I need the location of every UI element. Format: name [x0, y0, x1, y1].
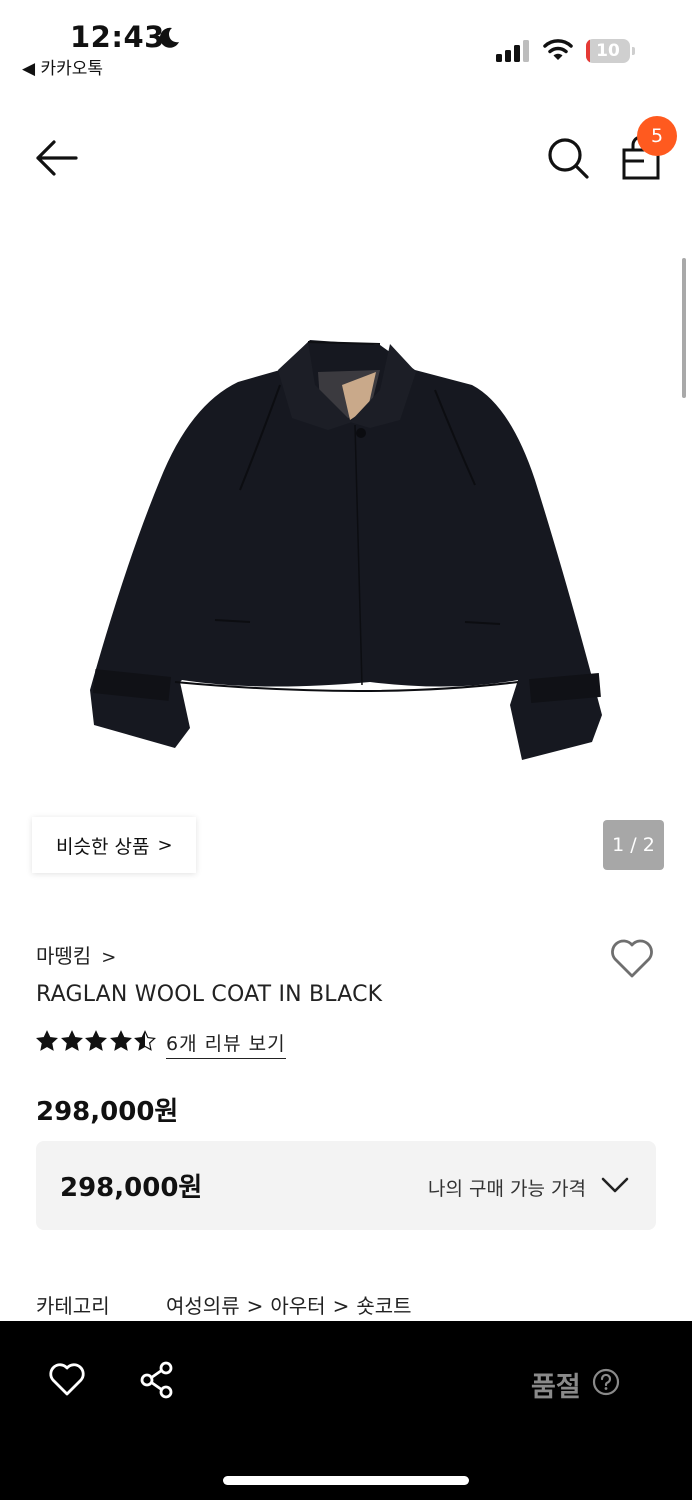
category-level-2[interactable]: 아우터: [270, 1294, 325, 1318]
similar-products-button[interactable]: 비슷한 상품 >: [32, 817, 196, 873]
chevron-right-icon: >: [101, 947, 117, 968]
star-icon: [134, 1030, 156, 1051]
category-label: 카테고리: [36, 1294, 110, 1318]
chevron-right-icon: >: [157, 834, 173, 856]
category-level-1[interactable]: 여성의류: [166, 1294, 240, 1318]
back-arrow-icon[interactable]: [34, 138, 80, 178]
star-icon: [36, 1030, 58, 1051]
battery-tip: [632, 47, 635, 55]
product-detail-screen: 12:43 ◀ 카카오톡 10 5 비슷한 상품 > 1 / 2 마뗑킴 > R…: [0, 0, 692, 1500]
category-breadcrumb: 여성의류 > 아우터 > 숏코트: [166, 1290, 412, 1319]
scrollbar[interactable]: [682, 258, 686, 398]
star-icon: [109, 1030, 132, 1051]
chevron-right-icon: >: [246, 1294, 264, 1318]
battery-body: 10: [586, 39, 630, 63]
product-name: RAGLAN WOOL COAT IN BLACK: [36, 982, 383, 1007]
search-icon[interactable]: [546, 136, 590, 180]
similar-products-label: 비슷한 상품: [56, 835, 150, 858]
review-link[interactable]: 6개 리뷰 보기: [166, 1029, 286, 1059]
battery-indicator: 10: [586, 39, 635, 63]
share-icon[interactable]: [138, 1360, 178, 1400]
heart-icon[interactable]: [47, 1360, 87, 1398]
rating-stars: [36, 1030, 159, 1052]
home-indicator[interactable]: [223, 1476, 469, 1485]
image-page-indicator: 1 / 2: [603, 820, 664, 870]
soldout-label: 품절: [531, 1372, 581, 1403]
bottom-action-bar: [0, 1321, 692, 1500]
my-price-value: 298,000원: [60, 1173, 203, 1203]
star-icon: [85, 1030, 107, 1051]
cellular-signal-icon: [496, 40, 529, 62]
product-price: 298,000원: [36, 1097, 179, 1127]
brand-name: 마뗑킴: [36, 944, 92, 968]
battery-level: 10: [596, 41, 620, 61]
chevron-right-icon: >: [332, 1294, 350, 1318]
wifi-icon: [543, 39, 573, 60]
help-icon[interactable]: [592, 1368, 620, 1396]
do-not-disturb-moon-icon: [159, 27, 179, 48]
my-purchasable-price-box[interactable]: 298,000원 나의 구매 가능 가격: [36, 1141, 656, 1230]
status-time: 12:43: [70, 20, 165, 54]
chevron-down-icon: [601, 1177, 629, 1193]
brand-link[interactable]: 마뗑킴 >: [36, 940, 116, 969]
star-icon: [60, 1030, 83, 1051]
wishlist-heart-icon[interactable]: [608, 936, 656, 980]
cart-count-badge: 5: [637, 116, 677, 156]
back-to-app-link[interactable]: ◀ 카카오톡: [22, 54, 103, 79]
product-image[interactable]: [80, 330, 620, 780]
my-price-label: 나의 구매 가능 가격: [428, 1178, 586, 1200]
category-level-3[interactable]: 숏코트: [356, 1294, 411, 1318]
